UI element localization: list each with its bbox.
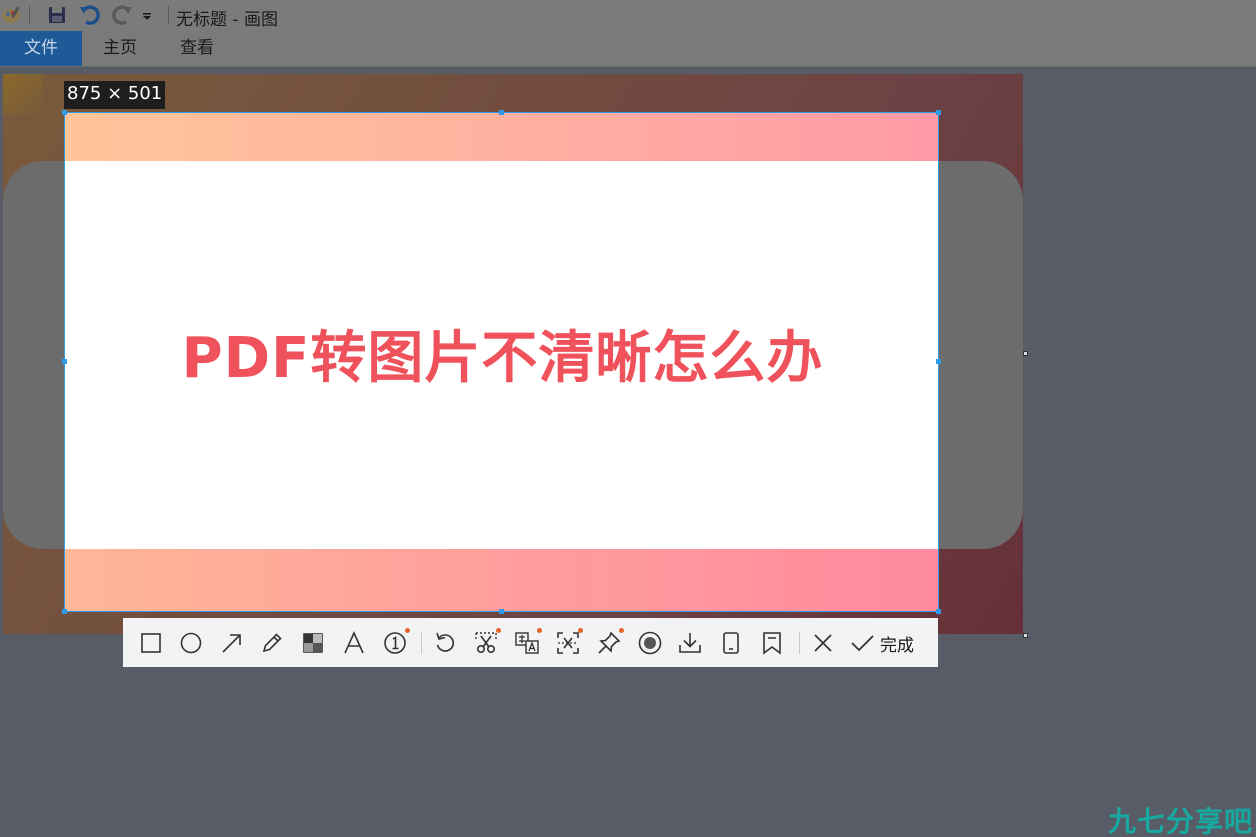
close-icon bbox=[814, 634, 832, 652]
new-badge bbox=[405, 628, 410, 633]
canvas-corner-decoration bbox=[3, 74, 43, 114]
separator bbox=[29, 6, 30, 24]
selection-handle-e[interactable] bbox=[936, 359, 941, 364]
ellipse-icon bbox=[180, 632, 202, 654]
tab-home[interactable]: 主页 bbox=[88, 31, 152, 66]
selection-handle-nw[interactable] bbox=[62, 110, 67, 115]
translate-tool[interactable] bbox=[509, 625, 545, 661]
mosaic-icon bbox=[303, 633, 323, 653]
selection-handle-sw[interactable] bbox=[62, 609, 67, 614]
undo-tool[interactable] bbox=[427, 625, 463, 661]
selection-handle-s[interactable] bbox=[499, 609, 504, 614]
selection-handle-n[interactable] bbox=[499, 110, 504, 115]
gradient-band-bottom bbox=[65, 549, 938, 611]
record-icon bbox=[638, 631, 662, 655]
image-headline: PDF转图片不清晰怎么办 bbox=[181, 326, 824, 391]
selection-handle-ne[interactable] bbox=[936, 110, 941, 115]
save-icon[interactable] bbox=[46, 4, 68, 26]
new-badge bbox=[496, 628, 501, 633]
arrow-tool[interactable] bbox=[214, 625, 250, 661]
check-icon bbox=[851, 635, 874, 652]
rectangle-tool[interactable] bbox=[133, 625, 169, 661]
text-icon bbox=[344, 631, 364, 654]
toolbar-separator bbox=[799, 632, 800, 654]
bookmark-tool[interactable] bbox=[754, 625, 790, 661]
selection-handle-se[interactable] bbox=[936, 609, 941, 614]
number-tool[interactable] bbox=[377, 625, 413, 661]
separator bbox=[168, 6, 169, 24]
tab-view[interactable]: 查看 bbox=[166, 31, 228, 66]
download-tool[interactable] bbox=[672, 625, 708, 661]
paint-app-icon[interactable] bbox=[0, 4, 24, 26]
gradient-band-top bbox=[65, 113, 938, 161]
ribbon-tabs: 文件 主页 查看 bbox=[0, 31, 1256, 67]
mosaic-tool[interactable] bbox=[295, 625, 331, 661]
customize-quick-access-icon[interactable] bbox=[140, 4, 154, 26]
ellipse-tool[interactable] bbox=[173, 625, 209, 661]
selection-handle-w[interactable] bbox=[62, 359, 67, 364]
capture-selection[interactable]: PDF转图片不清晰怎么办 bbox=[64, 112, 939, 612]
record-tool[interactable] bbox=[632, 625, 668, 661]
new-badge bbox=[537, 628, 542, 633]
bookmark-icon bbox=[763, 632, 781, 655]
number-icon bbox=[384, 632, 406, 654]
translate-icon bbox=[515, 632, 539, 654]
text-tool[interactable] bbox=[336, 625, 372, 661]
new-badge bbox=[578, 628, 583, 633]
toolbar-separator bbox=[421, 632, 422, 654]
cutout-tool[interactable] bbox=[468, 625, 504, 661]
redo-icon[interactable] bbox=[110, 4, 134, 26]
scissors-icon bbox=[475, 632, 497, 654]
rectangle-icon bbox=[141, 633, 161, 653]
canvas-resize-handle[interactable] bbox=[1023, 633, 1028, 638]
done-button[interactable]: 完成 bbox=[848, 625, 928, 661]
capture-toolbar: 完成 bbox=[123, 618, 938, 667]
undo-icon bbox=[436, 632, 455, 652]
close-tool[interactable] bbox=[805, 625, 841, 661]
window-title: 无标题 - 画图 bbox=[176, 10, 278, 30]
canvas-resize-handle[interactable] bbox=[1023, 351, 1028, 356]
download-icon bbox=[679, 633, 701, 653]
new-badge bbox=[619, 628, 624, 633]
site-watermark: 九七分享吧 bbox=[1108, 805, 1254, 837]
pin-tool[interactable] bbox=[591, 625, 627, 661]
ocr-icon bbox=[557, 632, 579, 654]
phone-icon bbox=[723, 632, 739, 654]
title-bar: 无标题 - 画图 bbox=[0, 0, 1256, 31]
ocr-tool[interactable] bbox=[550, 625, 586, 661]
pin-icon bbox=[598, 631, 621, 654]
pencil-icon bbox=[262, 633, 282, 653]
arrow-icon bbox=[222, 634, 241, 653]
done-label: 完成 bbox=[880, 635, 914, 656]
selection-size-label: 875 × 501 bbox=[64, 81, 166, 109]
tab-file[interactable]: 文件 bbox=[0, 31, 82, 66]
pen-tool[interactable] bbox=[254, 625, 290, 661]
undo-icon[interactable] bbox=[78, 4, 102, 26]
phone-tool[interactable] bbox=[713, 625, 749, 661]
